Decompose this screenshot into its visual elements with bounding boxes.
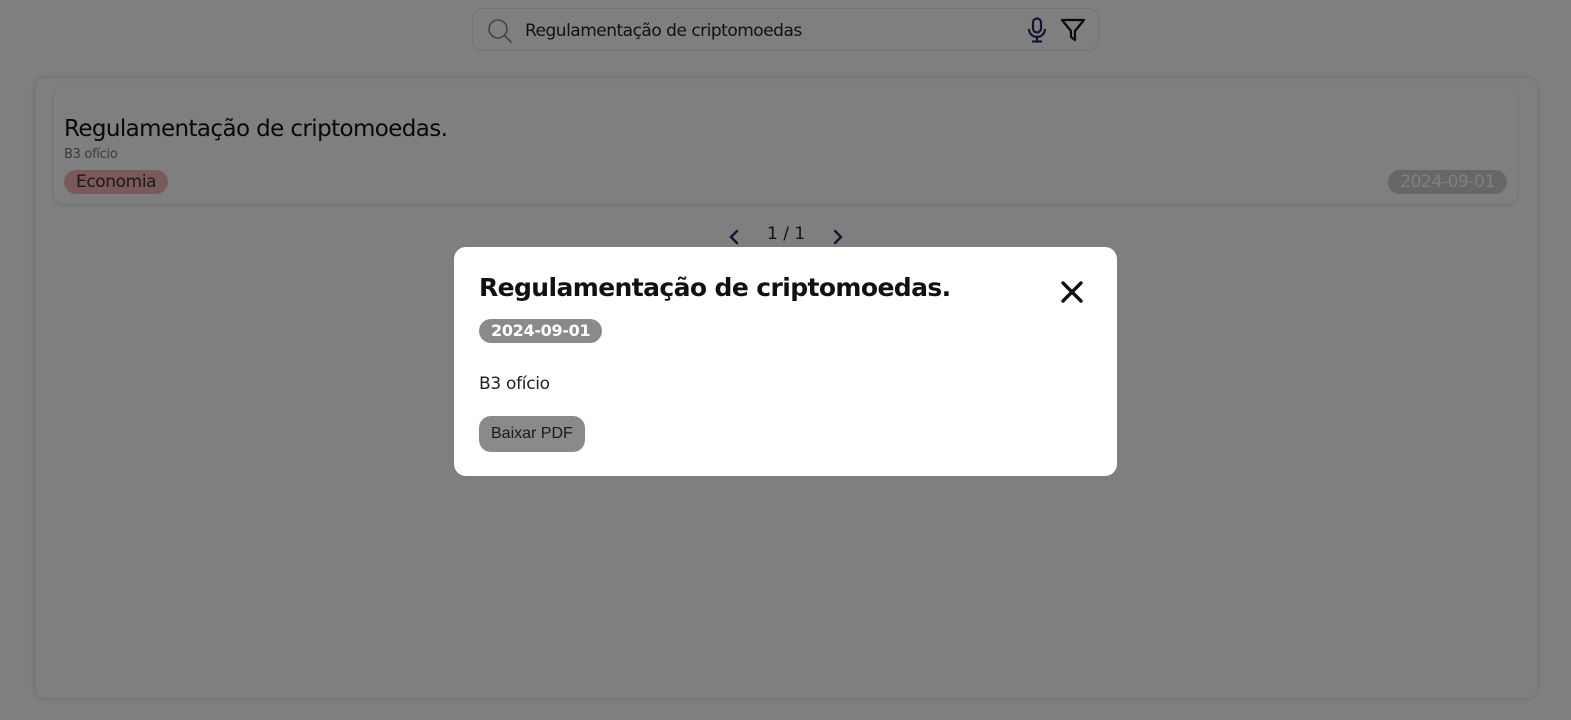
download-pdf-button[interactable]: Baixar PDF <box>479 416 585 452</box>
modal-source: B3 ofício <box>479 374 550 394</box>
close-icon[interactable] <box>1057 277 1087 307</box>
modal-title: Regulamentação de criptomoedas. <box>479 273 951 302</box>
modal-date-badge: 2024-09-01 <box>479 319 603 343</box>
document-modal: Regulamentação de criptomoedas. 2024-09-… <box>454 247 1117 476</box>
